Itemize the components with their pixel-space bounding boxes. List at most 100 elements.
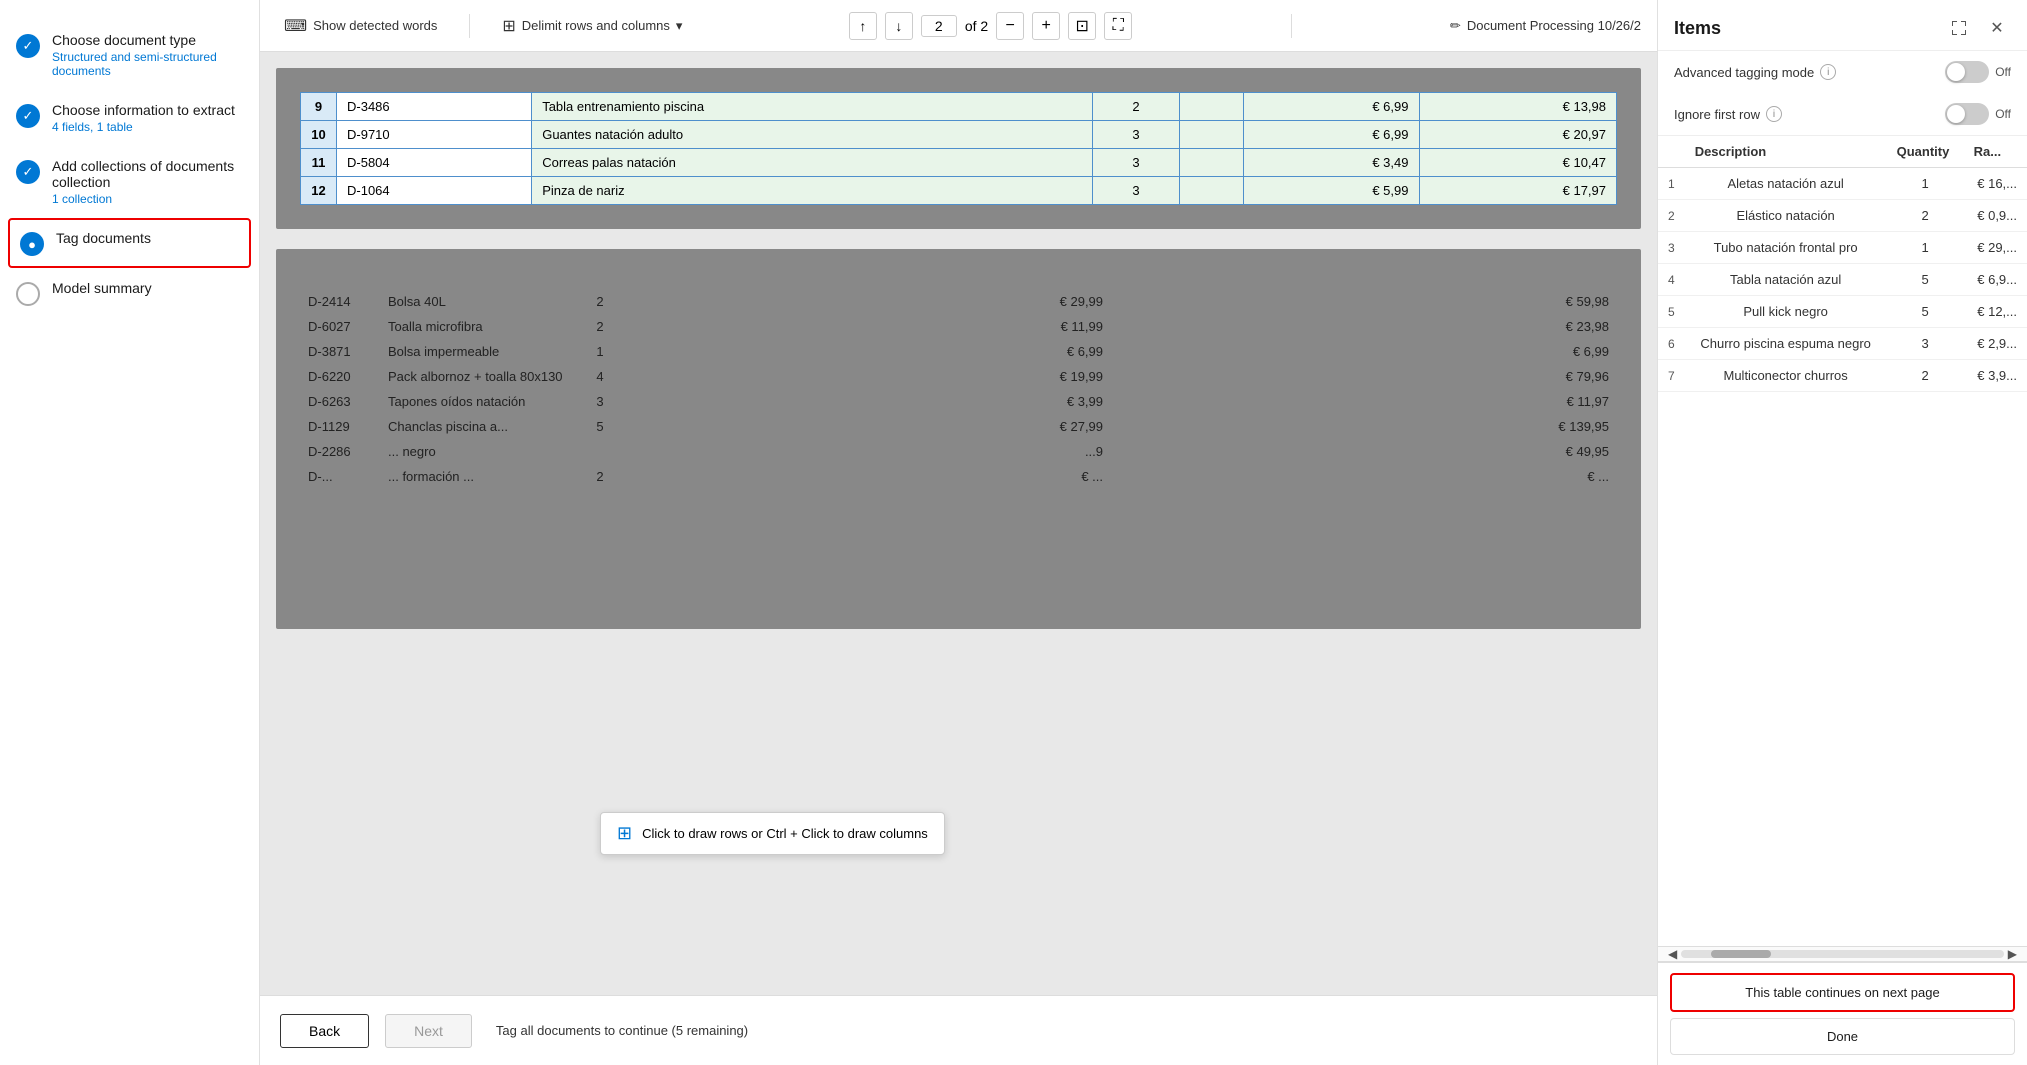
scroll-right-arrow[interactable]: ▶ bbox=[2004, 947, 2021, 961]
pencil-icon: ✏ bbox=[1450, 18, 1461, 34]
doc-processing-label: Document Processing 10/26/2 bbox=[1467, 18, 1641, 33]
blank-cell bbox=[620, 364, 660, 389]
zoom-out-button[interactable]: − bbox=[996, 12, 1024, 40]
expand-icon[interactable] bbox=[1945, 14, 1973, 42]
table-row: D-6220 Pack albornoz + toalla 80x130 4 €… bbox=[300, 364, 1617, 389]
list-item: 5 Pull kick negro 5 € 12,... bbox=[1658, 296, 2027, 328]
sidebar-item-model-summary[interactable]: Model summary bbox=[0, 268, 259, 318]
total-cell: € 13,98 bbox=[1419, 93, 1617, 121]
total-cell: € 139,95 bbox=[1111, 414, 1617, 439]
page2-table: D-2414 Bolsa 40L 2 € 29,99 € 59,98 D-602… bbox=[300, 289, 1617, 489]
step-title-1: Choose document type bbox=[52, 32, 243, 48]
scrollbar-thumb[interactable] bbox=[1711, 950, 1771, 958]
sidebar-item-choose-doc-type[interactable]: ✓ Choose document type Structured and se… bbox=[0, 20, 259, 90]
code-cell: D-6220 bbox=[300, 364, 380, 389]
qty-cell: 4 bbox=[580, 364, 620, 389]
page-down-button[interactable]: ↓ bbox=[885, 12, 913, 40]
item-qty: 5 bbox=[1887, 296, 1964, 328]
fullscreen-button[interactable]: ⛶ bbox=[1104, 12, 1132, 40]
step-sub-2: 4 fields, 1 table bbox=[52, 120, 235, 134]
document-area[interactable]: 9 D-3486 Tabla entrenamiento piscina 2 €… bbox=[260, 52, 1657, 995]
desc-cell: ... formación ... bbox=[380, 464, 580, 489]
item-desc: Multiconector churros bbox=[1685, 360, 1887, 392]
code-cell: D-2286 bbox=[300, 439, 380, 464]
step-circle-3: ✓ bbox=[16, 160, 40, 184]
item-qty: 2 bbox=[1887, 200, 1964, 232]
unit-cell: € ... bbox=[660, 464, 1111, 489]
items-table: Description Quantity Ra... 1 Aletas nata… bbox=[1658, 136, 2027, 392]
unit-cell: € 6,99 bbox=[660, 339, 1111, 364]
page1-table-wrapper: 9 D-3486 Tabla entrenamiento piscina 2 €… bbox=[300, 92, 1617, 205]
unit-cell: € 27,99 bbox=[660, 414, 1111, 439]
close-icon[interactable]: ✕ bbox=[1983, 14, 2011, 42]
advanced-tagging-info-icon[interactable]: i bbox=[1820, 64, 1836, 80]
item-rate: € 3,9... bbox=[1964, 360, 2027, 392]
desc-cell: Chanclas piscina a... bbox=[380, 414, 580, 439]
page-up-button[interactable]: ↑ bbox=[849, 12, 877, 40]
blank-cell bbox=[1179, 93, 1243, 121]
panel-title: Items bbox=[1674, 18, 1721, 39]
desc-cell: Bolsa impermeable bbox=[380, 339, 580, 364]
table-row: D-3871 Bolsa impermeable 1 € 6,99 € 6,99 bbox=[300, 339, 1617, 364]
draw-icon: ⊞ bbox=[617, 823, 632, 844]
table-row: D-1129 Chanclas piscina a... 5 € 27,99 €… bbox=[300, 414, 1617, 439]
document-page-2: D-2414 Bolsa 40L 2 € 29,99 € 59,98 D-602… bbox=[276, 249, 1641, 629]
desc-cell: Bolsa 40L bbox=[380, 289, 580, 314]
delimit-button[interactable]: ⊞ Delimit rows and columns ▾ bbox=[494, 12, 690, 40]
advanced-tagging-state: Off bbox=[1995, 65, 2011, 79]
items-table-wrapper[interactable]: Description Quantity Ra... 1 Aletas nata… bbox=[1658, 135, 2027, 946]
list-item: 7 Multiconector churros 2 € 3,9... bbox=[1658, 360, 2027, 392]
qty-cell: 2 bbox=[1093, 93, 1180, 121]
blank-cell bbox=[620, 439, 660, 464]
item-num: 3 bbox=[1658, 232, 1685, 264]
back-button[interactable]: Back bbox=[280, 1014, 369, 1048]
qty-cell: 3 bbox=[580, 389, 620, 414]
table-row: D-6263 Tapones oídos natación 3 € 3,99 €… bbox=[300, 389, 1617, 414]
table-row: D-2414 Bolsa 40L 2 € 29,99 € 59,98 bbox=[300, 289, 1617, 314]
list-item: 3 Tubo natación frontal pro 1 € 29,... bbox=[1658, 232, 2027, 264]
page-navigation: ↑ ↓ 2 of 2 − + ⊡ ⛶ bbox=[849, 12, 1132, 40]
panel-bottom: This table continues on next page Done bbox=[1658, 962, 2027, 1065]
status-message: Tag all documents to continue (5 remaini… bbox=[496, 1023, 748, 1038]
fit-page-button[interactable]: ⊡ bbox=[1068, 12, 1096, 40]
total-cell: € 59,98 bbox=[1111, 289, 1617, 314]
sidebar-item-choose-info[interactable]: ✓ Choose information to extract 4 fields… bbox=[0, 90, 259, 146]
code-cell: D-1129 bbox=[300, 414, 380, 439]
advanced-tagging-toggle[interactable] bbox=[1945, 61, 1989, 83]
total-cell: € 79,96 bbox=[1111, 364, 1617, 389]
ignore-first-row-state: Off bbox=[1995, 107, 2011, 121]
next-button[interactable]: Next bbox=[385, 1014, 472, 1048]
item-qty: 1 bbox=[1887, 168, 1964, 200]
continues-next-page-button[interactable]: This table continues on next page bbox=[1670, 973, 2015, 1012]
right-panel: Items ✕ Advanced tagging mode i Off Igno… bbox=[1657, 0, 2027, 1065]
unit-cell: € 29,99 bbox=[660, 289, 1111, 314]
ignore-first-row-toggle[interactable] bbox=[1945, 103, 1989, 125]
item-rate: € 12,... bbox=[1964, 296, 2027, 328]
scrollbar-track[interactable] bbox=[1681, 950, 2004, 958]
desc-cell: Tabla entrenamiento piscina bbox=[532, 93, 1093, 121]
done-button[interactable]: Done bbox=[1670, 1018, 2015, 1055]
sidebar-item-tag-documents[interactable]: ● Tag documents bbox=[8, 218, 251, 268]
show-words-button[interactable]: ⌨ Show detected words bbox=[276, 12, 445, 40]
item-desc: Elástico natación bbox=[1685, 200, 1887, 232]
item-rate: € 0,9... bbox=[1964, 200, 2027, 232]
step-circle-2: ✓ bbox=[16, 104, 40, 128]
doc-processing: ✏ Document Processing 10/26/2 bbox=[1450, 18, 1641, 34]
ignore-first-row-info-icon[interactable]: i bbox=[1766, 106, 1782, 122]
code-cell: D-6027 bbox=[300, 314, 380, 339]
sidebar-item-add-collections[interactable]: ✓ Add collections of documents collectio… bbox=[0, 146, 259, 218]
scroll-left-arrow[interactable]: ◀ bbox=[1664, 947, 1681, 961]
qty-cell bbox=[580, 439, 620, 464]
blank-cell bbox=[620, 314, 660, 339]
item-num: 6 bbox=[1658, 328, 1685, 360]
grid-icon: ⊞ bbox=[502, 16, 515, 36]
zoom-in-button[interactable]: + bbox=[1032, 12, 1060, 40]
code-cell: D-... bbox=[300, 464, 380, 489]
delimit-label: Delimit rows and columns bbox=[522, 18, 670, 33]
col-rate: Ra... bbox=[1964, 136, 2027, 168]
chevron-down-icon: ▾ bbox=[676, 18, 683, 34]
sidebar: ✓ Choose document type Structured and se… bbox=[0, 0, 260, 1065]
horizontal-scrollbar[interactable]: ◀ ▶ bbox=[1658, 946, 2027, 962]
qty-cell: 2 bbox=[580, 314, 620, 339]
total-cell: € 11,97 bbox=[1111, 389, 1617, 414]
